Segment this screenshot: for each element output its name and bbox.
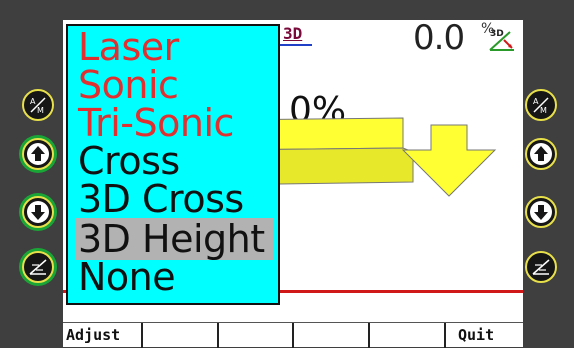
menu-item-none[interactable]: None <box>78 256 176 298</box>
softkey-quit[interactable]: Quit <box>446 323 523 348</box>
menu-item-3d-height[interactable]: 3D Height <box>76 218 274 260</box>
softkey-2[interactable] <box>143 323 219 348</box>
arrow-up-icon <box>530 143 552 165</box>
menu-item-3d-cross[interactable]: 3D Cross <box>78 178 244 220</box>
left-slope-setup-button[interactable] <box>22 251 54 283</box>
direction-arrow-down <box>401 124 497 197</box>
menu-item-cross[interactable]: Cross <box>78 140 180 182</box>
arrow-down-icon <box>530 201 552 223</box>
arrow-down-icon <box>27 201 49 223</box>
right-auto-manual-button[interactable]: A M <box>525 89 557 121</box>
softkey-adjust[interactable]: Adjust <box>63 323 143 348</box>
slope-setup-icon <box>532 259 550 275</box>
right-up-button[interactable] <box>525 138 557 170</box>
left-down-button[interactable] <box>22 196 54 228</box>
arrow-up-icon <box>27 143 49 165</box>
svg-text:A: A <box>30 97 36 106</box>
softkey-4[interactable] <box>294 323 370 348</box>
menu-item-tri-sonic[interactable]: Tri-Sonic <box>78 102 234 144</box>
right-slope-setup-button[interactable] <box>525 251 557 283</box>
auto-manual-icon: A M <box>533 97 549 115</box>
svg-text:A: A <box>533 97 539 106</box>
softkey-3[interactable] <box>219 323 294 348</box>
left-up-button[interactable] <box>22 138 54 170</box>
auto-manual-icon: A M <box>30 97 46 115</box>
softkey-bar: Adjust Quit <box>63 322 523 348</box>
softkey-5[interactable] <box>370 323 446 348</box>
sensor-select-menu[interactable]: Laser Sonic Tri-Sonic Cross 3D Cross 3D … <box>66 24 280 305</box>
slope-setup-icon <box>29 259 47 275</box>
menu-item-laser[interactable]: Laser <box>78 26 179 68</box>
left-auto-manual-button[interactable]: A M <box>22 89 54 121</box>
svg-text:M: M <box>37 106 44 115</box>
menu-item-sonic[interactable]: Sonic <box>78 64 179 106</box>
right-down-button[interactable] <box>525 196 557 228</box>
svg-text:M: M <box>540 106 547 115</box>
